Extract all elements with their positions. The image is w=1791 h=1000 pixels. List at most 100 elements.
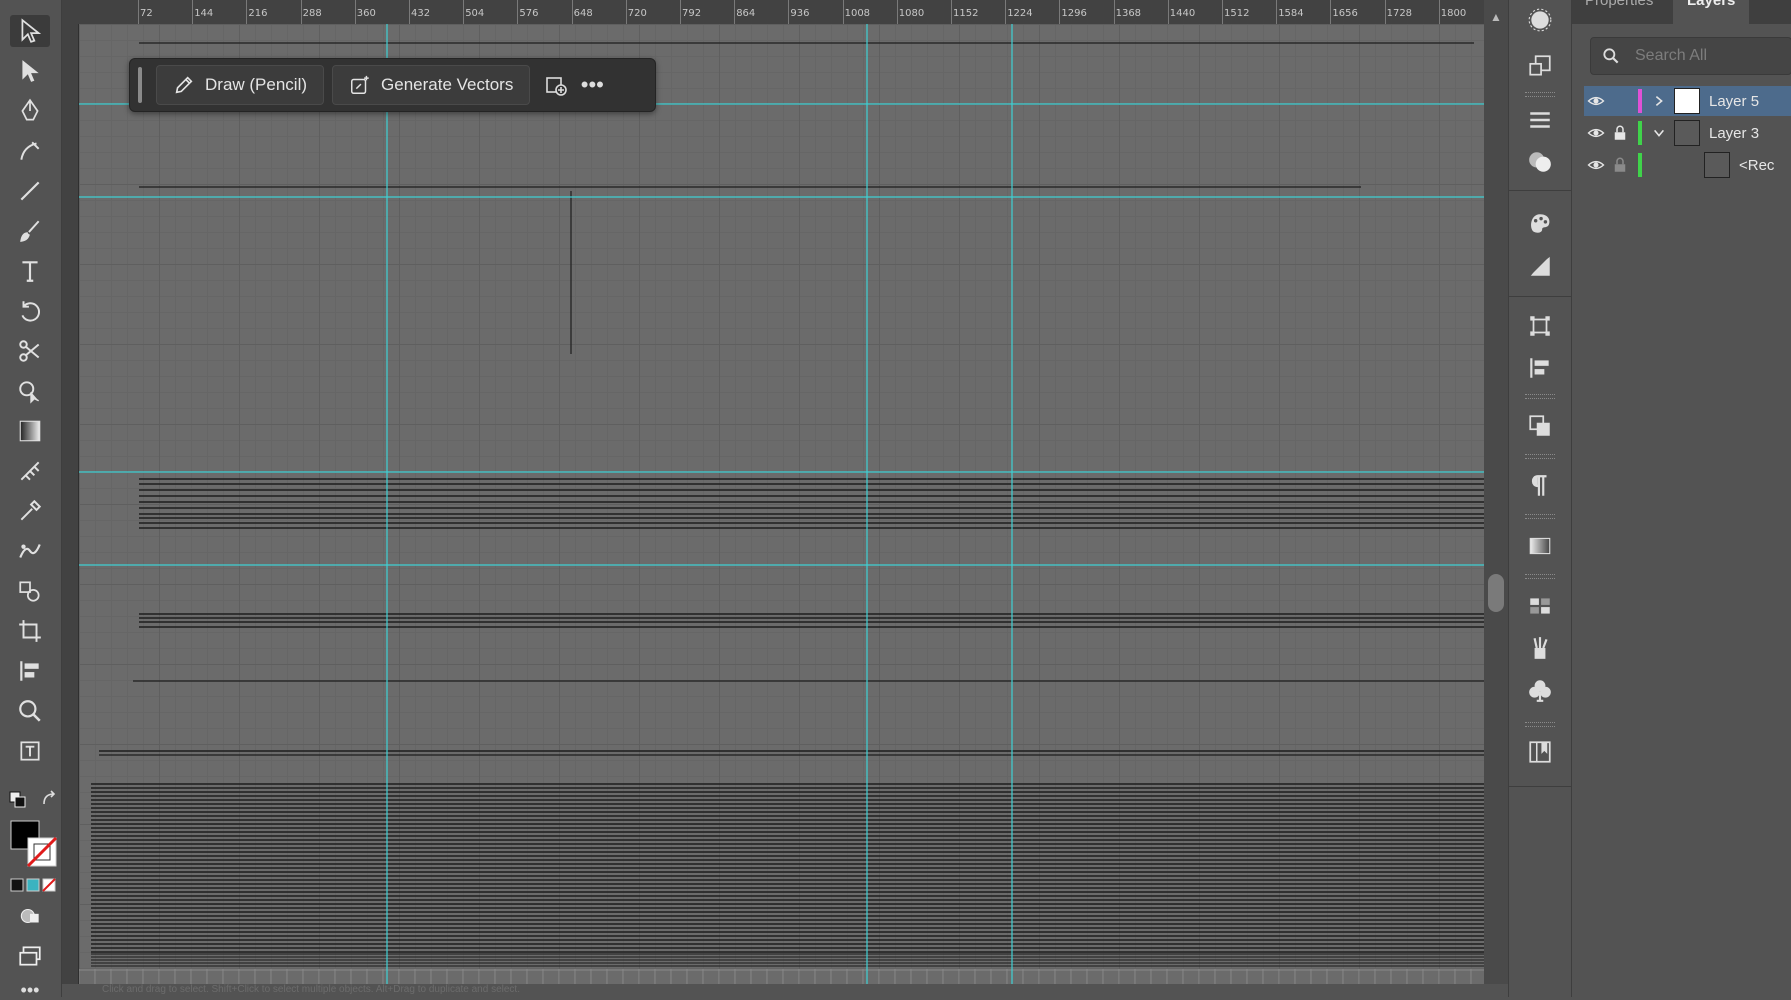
ruler-major-tick [1222,0,1223,24]
dock-separator[interactable] [1525,394,1555,399]
swap-arrow-icon[interactable] [40,790,60,810]
layer-name[interactable]: Layer 3 [1709,125,1759,142]
layer-row-layer-5[interactable]: Layer 5 [1584,86,1791,116]
generate-vectors-label: Generate Vectors [381,75,514,94]
visibility-eye-icon[interactable] [1584,118,1608,148]
transform-panel-icon[interactable] [1524,310,1556,342]
draw-mode-icon[interactable] [10,900,50,932]
more-options-button[interactable]: ••• [574,66,610,104]
pen-tool-icon[interactable] [10,95,50,127]
rotate-tool-icon[interactable] [10,295,50,327]
draw-pencil-button[interactable]: Draw (Pencil) [156,65,325,105]
blend-tool-icon[interactable] [10,535,50,567]
gradient-tool-icon[interactable] [10,415,50,447]
tab-properties[interactable]: Properties [1585,0,1653,9]
gradient-panel-icon[interactable] [1524,250,1556,282]
vertical-scrollbar[interactable]: ▲ [1484,0,1508,984]
selection-tool-icon[interactable] [10,15,50,47]
swatches-panel-icon[interactable] [1524,590,1556,622]
shape-builder-tool-icon[interactable] [10,375,50,407]
ruler-major-tick [571,0,573,24]
visibility-eye-icon[interactable] [1584,86,1608,116]
ruler-major-tick [1438,0,1440,24]
ruler-major-tick [1167,0,1169,24]
symbols-panel-icon[interactable] [1524,674,1556,706]
direct-selection-tool-icon[interactable] [10,55,50,87]
color-mode-icon[interactable] [10,878,58,892]
ruler-tick-label: 360 [356,8,376,19]
ruler-tick-label: 216 [248,8,268,19]
vertical-ruler[interactable] [62,24,79,984]
layer-color-indicator [1638,153,1642,177]
transparency-panel-icon[interactable] [1524,146,1556,178]
layer-name[interactable]: <Rec [1739,157,1774,174]
task-bar-grip[interactable] [138,67,142,103]
ruler-tick-label: 936 [790,8,810,19]
ruler-major-tick [1384,0,1386,24]
scrollbar-thumb[interactable] [1488,574,1504,612]
dock-separator[interactable] [1525,454,1555,459]
ruler-tick-label: 1656 [1332,8,1358,19]
libraries-panel-icon[interactable] [1524,736,1556,768]
stroke-panel-icon[interactable] [1524,104,1556,136]
type-tool-icon[interactable] [10,255,50,287]
artboard-canvas[interactable] [79,24,1484,984]
layer-row-rectangle[interactable]: <Rec [1584,150,1791,180]
dock-separator[interactable] [1525,722,1555,727]
artboard-tool-icon[interactable] [10,615,50,647]
canvas-artwork [79,24,1484,984]
lock-icon[interactable] [1608,150,1632,180]
add-artboard-icon[interactable] [538,66,574,104]
layer-thumbnail [1704,152,1730,178]
layer-name[interactable]: Layer 5 [1709,93,1759,110]
brushes-panel-icon[interactable] [1524,632,1556,664]
more-tools-label: ••• [20,980,40,1000]
fill-stroke-swatches-icon[interactable] [10,820,58,868]
paragraph-panel-icon[interactable] [1524,470,1556,502]
tab-layers[interactable]: Layers [1673,0,1750,24]
lock-icon[interactable] [1608,118,1632,148]
chevron-right-icon[interactable] [1650,86,1668,116]
swap-fill-stroke-icon[interactable] [8,790,28,810]
ruler-major-tick [246,0,248,24]
dock-separator[interactable] [1525,574,1555,579]
layer-thumbnail [1674,88,1700,114]
scissors-tool-icon[interactable] [10,335,50,367]
gradient-swatch-icon[interactable] [1524,530,1556,562]
more-tools-icon[interactable]: ••• [10,980,50,1000]
line-tool-icon[interactable] [10,175,50,207]
dock-separator[interactable] [1525,514,1555,519]
pathfinder-panel-icon[interactable] [1524,410,1556,442]
scroll-up-icon[interactable]: ▲ [1490,10,1502,24]
paintbrush-tool-icon[interactable] [10,215,50,247]
ruler-tick-label: 1224 [1007,8,1033,19]
align-panel-icon[interactable] [1524,352,1556,384]
chevron-down-icon[interactable] [1650,118,1668,148]
screen-mode-icon[interactable] [10,940,50,972]
eyedropper-tool-icon[interactable] [10,495,50,527]
generate-vectors-button[interactable]: Generate Vectors [332,65,531,105]
asset-export-icon[interactable] [1524,50,1556,82]
symbol-sprayer-tool-icon[interactable] [10,575,50,607]
horizontal-ruler[interactable]: 72 144 216 288 360 432 504 576 648 720 792 864 936 10… [62,0,1520,25]
align-tool-icon[interactable] [10,655,50,687]
lock-toggle-empty[interactable] [1608,86,1632,116]
ruler-tick-label: 1296 [1061,8,1087,19]
layers-search[interactable] [1590,37,1791,75]
visibility-eye-icon[interactable] [1584,150,1608,180]
learn-icon[interactable] [1524,4,1556,36]
panel-dock [1508,0,1571,997]
color-panel-icon[interactable] [1524,208,1556,240]
text-frame-tool-icon[interactable] [10,735,50,767]
layer-row-layer-3[interactable]: Layer 3 [1584,118,1791,148]
ruler-tick-label: 288 [302,8,322,19]
ruler-tick-label: 720 [627,8,647,19]
curvature-tool-icon[interactable] [10,135,50,167]
zoom-tool-icon[interactable] [10,695,50,727]
ruler-major-tick [1276,0,1278,24]
layer-color-indicator [1638,89,1642,113]
ruler-tick-label: 1728 [1386,8,1413,19]
dock-separator[interactable] [1525,92,1555,97]
search-input[interactable] [1633,46,1777,66]
mesh-tool-icon[interactable] [10,455,50,487]
